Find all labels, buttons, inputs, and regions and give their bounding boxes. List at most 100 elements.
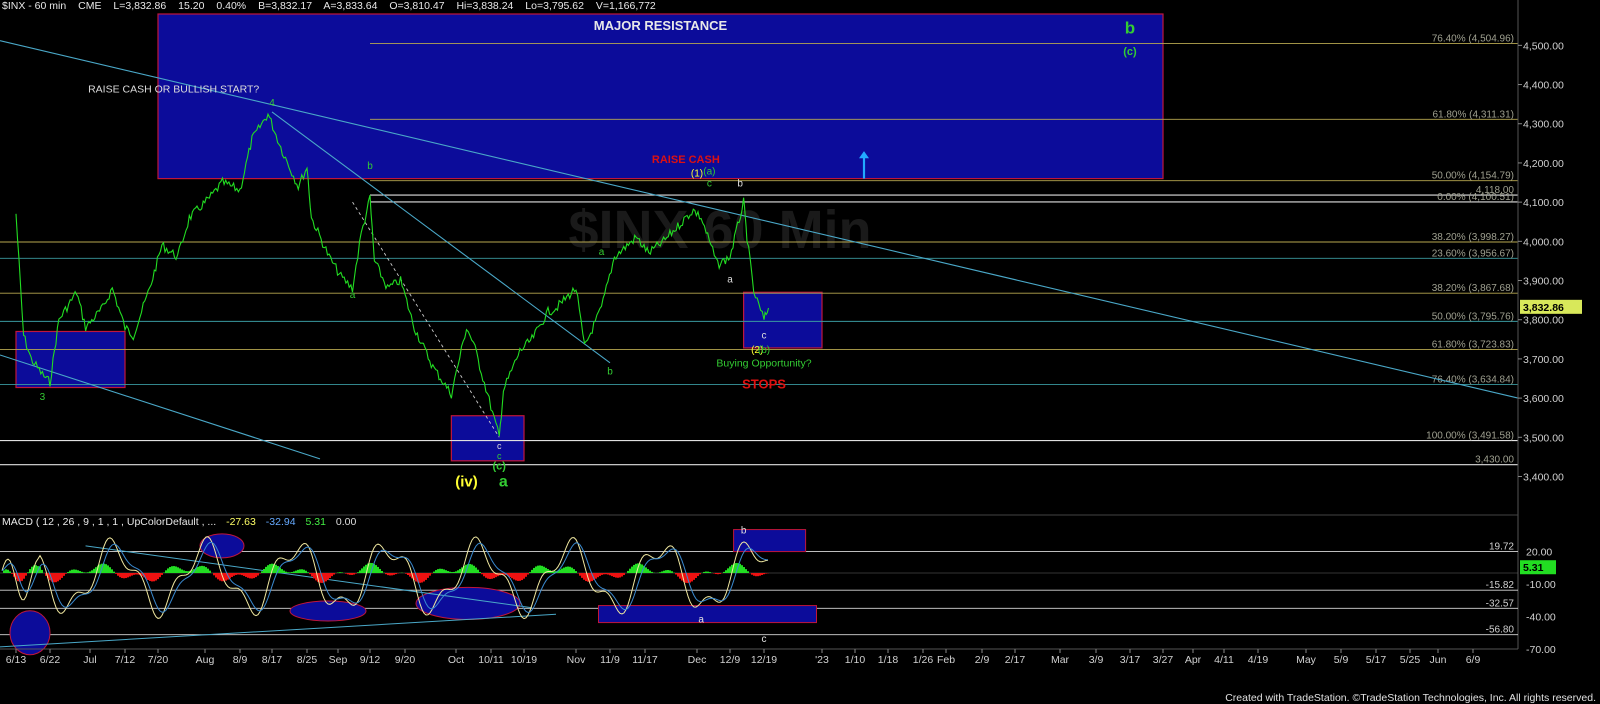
wave-annotation: (c) (1123, 46, 1137, 58)
date-axis-label: 9/20 (395, 654, 416, 666)
october-low-zone (450, 415, 525, 462)
last-price-value: 3,832.86 (1523, 302, 1564, 314)
price-axis-label: 4,300.00 (1523, 119, 1564, 131)
price-change-pct: 0.40% (216, 0, 247, 12)
date-axis-label: 4/19 (1248, 654, 1269, 666)
macd-header: MACD ( 12 , 26 , 9 , 1 , 1 , UpColorDefa… (2, 516, 363, 528)
date-axis-label: 5/25 (1400, 654, 1421, 666)
price-axis-label: 3,400.00 (1523, 471, 1564, 483)
date-axis-label: May (1296, 654, 1317, 666)
footer-credit: Created with TradeStation. ©TradeStation… (1225, 692, 1596, 704)
price-axis-label: 3,700.00 (1523, 354, 1564, 366)
macd-level-label: -15.82 (1486, 580, 1515, 591)
price-axis-label: 3,900.00 (1523, 276, 1564, 288)
fib-level-label: 50.00% (3,795.76) (1432, 311, 1514, 322)
wave-annotation: Buying Opportunity? (716, 358, 811, 370)
date-axis-label: 2/9 (975, 654, 990, 666)
fib-level-label: 76.40% (4,504.96) (1432, 33, 1514, 44)
june-support-zone (15, 330, 126, 389)
wave-annotation: b (607, 367, 613, 378)
macd-value-tag-label: 5.31 (1523, 562, 1544, 574)
macd-value: -27.63 (226, 516, 256, 528)
date-axis-label: 1/26 (913, 654, 934, 666)
price-chart[interactable]: $INX 60 Min MAJOR RESISTANCE 76.40% (4,504… (0, 0, 1600, 704)
date-axis-label: Oct (448, 654, 464, 666)
date-axis-label: 7/20 (148, 654, 169, 666)
wave-annotation: RAISE CASH (652, 154, 720, 166)
date-axis-label: 6/22 (40, 654, 61, 666)
date-axis-label: Nov (567, 654, 586, 666)
open-price: O=3,810.47 (389, 0, 445, 12)
date-axis-label: 5/17 (1366, 654, 1387, 666)
price-axis-label: 4,000.00 (1523, 236, 1564, 248)
bid-price: B=3,832.17 (258, 0, 313, 12)
symbol-label: $INX - 60 min (2, 0, 67, 12)
macd-annotation: a (698, 615, 704, 626)
date-axis-label: 8/25 (297, 654, 318, 666)
date-axis-label: 12/19 (751, 654, 777, 666)
wave-annotation: (b) (758, 345, 770, 356)
fib-level-label: 23.60% (3,956.67) (1432, 248, 1514, 259)
wave-annotation: 4 (269, 98, 275, 109)
macd-axis-label: 20.00 (1526, 546, 1552, 558)
date-axis-label: Jun (1430, 654, 1447, 666)
exchange-label: CME (78, 0, 102, 12)
date-axis-label: Apr (1185, 654, 1202, 666)
macd-annotation: c (762, 634, 767, 645)
wave-annotation: (1) (691, 169, 703, 180)
low-price: Lo=3,795.62 (525, 0, 584, 12)
wave-annotation: (a) (703, 167, 715, 178)
date-axis-label: '23 (815, 654, 829, 666)
wave-annotation: c (707, 178, 712, 189)
fib-level-label: 0.00% (4,100.51) (1437, 192, 1514, 203)
price-axis-label: 4,400.00 (1523, 80, 1564, 92)
macd-level-label: -32.57 (1486, 598, 1515, 609)
macd-oval-zone (9, 610, 51, 656)
volume: V=1,166,772 (595, 0, 656, 12)
wave-annotation: a (350, 290, 356, 301)
price-axis-label: 4,500.00 (1523, 40, 1564, 52)
date-axis-label: Jul (83, 654, 96, 666)
date-axis-label: 3/9 (1089, 654, 1104, 666)
price-change: 15.20 (178, 0, 205, 12)
date-axis-label: 4/11 (1214, 654, 1234, 666)
price-axis-label: 3,500.00 (1523, 432, 1564, 444)
symbol-header: $INX - 60 min CME L=3,832.86 15.20 0.40%… (2, 0, 665, 14)
wave-annotation: a (727, 274, 733, 285)
date-axis-label: 5/9 (1334, 654, 1349, 666)
fib-level-label: 61.80% (4,311.31) (1432, 109, 1514, 120)
macd-axis-label: -40.00 (1526, 611, 1556, 623)
macd-axis-label: -10.00 (1526, 579, 1556, 591)
date-axis-label: 11/17 (632, 654, 658, 666)
date-axis-label: 2/17 (1005, 654, 1026, 666)
date-axis-label: Dec (688, 654, 707, 666)
buying-opportunity-zone (742, 291, 823, 349)
macd-label: MACD ( 12 , 26 , 9 , 1 , 1 , UpColorDefa… (2, 516, 217, 528)
macd-level-label: -56.80 (1486, 625, 1515, 636)
fib-level-label: 76.40% (3,634.84) (1432, 374, 1514, 385)
fib-level-label: 50.00% (4,154.79) (1432, 171, 1514, 182)
macd-diff-value: 5.31 (305, 516, 326, 528)
wave-annotation: b (1125, 19, 1135, 38)
last-price: L=3,832.86 (113, 0, 167, 12)
fib-level-label: 38.20% (3,867.68) (1432, 283, 1514, 294)
price-axis-label: 3,600.00 (1523, 393, 1564, 405)
date-axis-label: 8/17 (262, 654, 283, 666)
wave-annotation: c (497, 451, 502, 461)
date-axis-label: Mar (1051, 654, 1070, 666)
date-axis-label: Aug (196, 654, 215, 666)
high-price: Hi=3,838.24 (456, 0, 514, 12)
wave-annotation: STOPS (742, 376, 786, 391)
date-axis-label: 7/12 (115, 654, 136, 666)
macd-a-zone (598, 605, 817, 624)
wave-annotation: a (599, 247, 605, 258)
fib-level-label: 3,430.00 (1475, 455, 1514, 466)
date-axis-label: 6/13 (6, 654, 27, 666)
wave-annotation: a (499, 473, 508, 490)
price-axis-label: 4,200.00 (1523, 158, 1564, 170)
date-axis-label: 8/9 (233, 654, 248, 666)
macd-level-label: 19.72 (1489, 542, 1514, 553)
ask-price: A=3,833.64 (323, 0, 378, 12)
wave-annotation: c (762, 331, 767, 342)
watermark-text: $INX 60 Min (568, 200, 871, 260)
